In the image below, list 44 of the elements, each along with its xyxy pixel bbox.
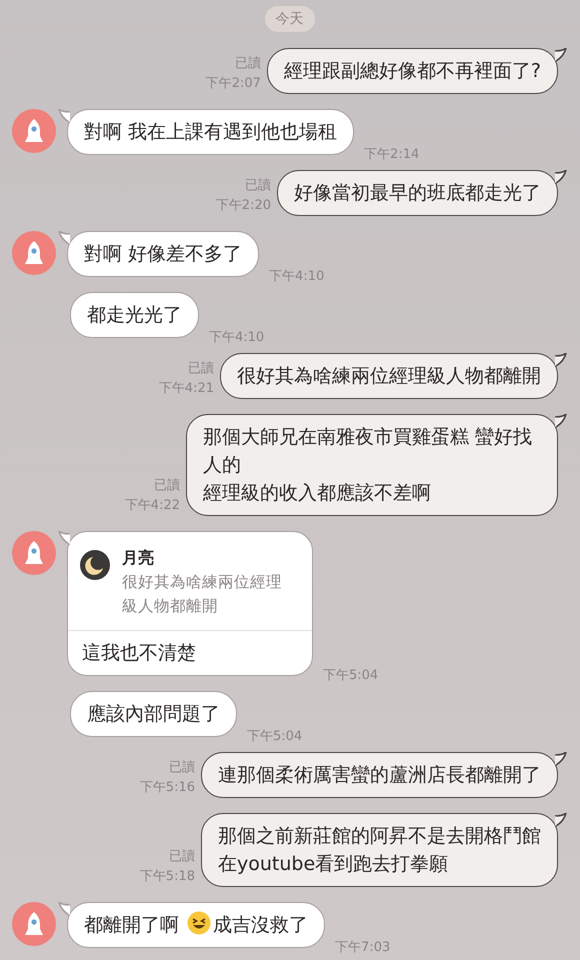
message-time: 下午2:20: [216, 197, 271, 215]
laughing-emoji-icon: [187, 911, 212, 935]
quote-author: 月亮: [122, 547, 155, 569]
read-receipt: 已讀: [154, 477, 180, 495]
message-time: 下午4:22: [124, 497, 180, 515]
message-bubble: 連那個柔術厲害蠻的蘆洲店長都離開了: [201, 752, 558, 798]
message-time: 下午5:04: [247, 728, 302, 746]
message-bubble: 都走光光了: [70, 292, 199, 338]
message-bubble: 那個大師兄在南雅夜市買雞蛋糕 蠻好找人的 經理級的收入都應該不差啊: [186, 414, 558, 516]
bubble-tail: [555, 813, 567, 827]
bubble-tail: [555, 170, 567, 184]
bubble-tail: [555, 752, 567, 766]
message-bubble: 對啊 好像差不多了: [67, 231, 260, 277]
message-time: 下午7:03: [335, 939, 390, 957]
message-time: 下午5:04: [323, 667, 378, 685]
moon-icon: [80, 550, 110, 580]
message-bubble: 經理跟副總好像都不再裡面了?: [266, 48, 558, 94]
message-bubble: 都離開了啊 成吉沒救了: [67, 902, 326, 948]
message-text: 這我也不清楚: [81, 641, 197, 666]
message-bubble: 那個之前新莊館的阿昇不是去開格鬥館 在youtube看到跑去打拳願: [201, 813, 558, 887]
message-bubble: 對啊 我在上課有遇到他也場租: [67, 109, 354, 155]
message-time: 下午2:14: [364, 146, 420, 164]
message-time: 下午5:18: [140, 868, 195, 886]
message-bubble: 應該內部問題了: [70, 691, 237, 737]
message-time: 下午4:10: [269, 268, 324, 286]
read-receipt: 已讀: [188, 360, 214, 378]
message-time: 下午4:10: [209, 329, 264, 347]
message-time: 下午5:16: [140, 779, 195, 797]
message-bubble: 好像當初最早的班底都走光了: [277, 170, 558, 216]
bubble-tail: [58, 109, 70, 123]
read-receipt: 已讀: [245, 177, 271, 195]
bubble-tail: [555, 353, 567, 367]
read-receipt: 已讀: [234, 55, 261, 73]
bubble-tail: [555, 414, 567, 428]
quoted-message: 很好其為啥練兩位經理級人物都離開: [122, 572, 283, 617]
message-time: 下午4:21: [158, 380, 214, 398]
bubble-tail: [58, 231, 70, 245]
read-receipt: 已讀: [169, 848, 195, 866]
message-time: 下午2:07: [206, 75, 261, 93]
bubble-tail: [58, 902, 70, 916]
bubble-tail: [555, 48, 567, 62]
date-label: 今天: [264, 6, 314, 32]
read-receipt: 已讀: [169, 759, 195, 777]
message-bubble: 很好其為啥練兩位經理級人物都離開: [220, 353, 558, 399]
